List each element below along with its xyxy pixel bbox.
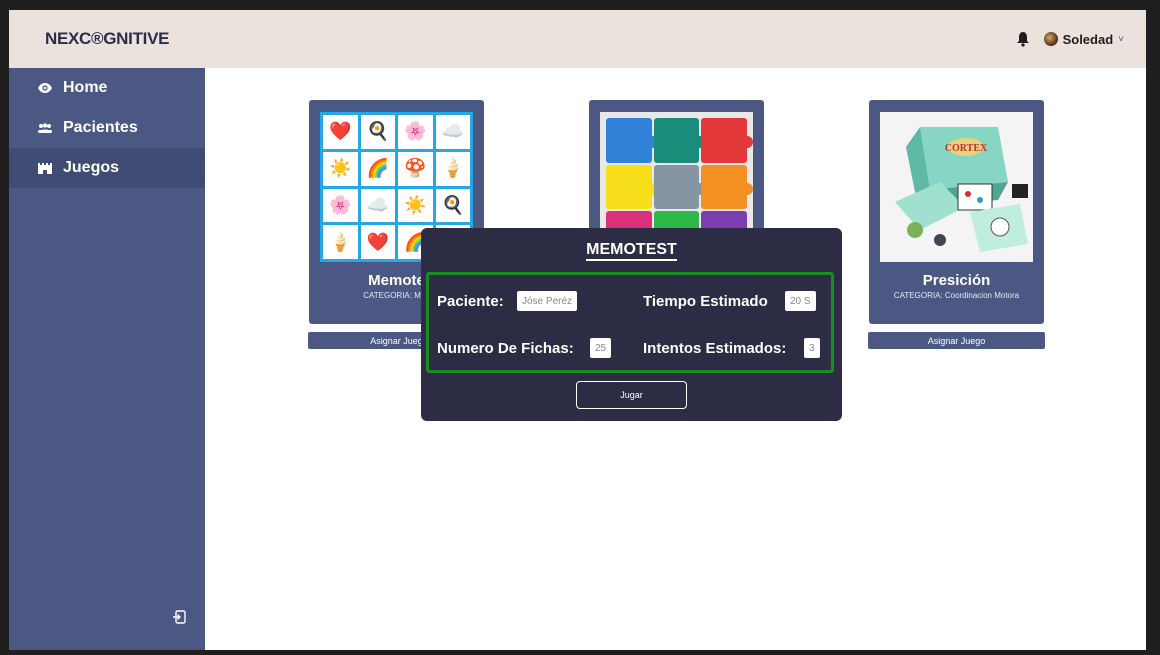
app-window: NEXC®GNITIVE Soledad ˅ Home Pacientes Ju… [9,10,1146,650]
memo-tile: ☀️ [398,188,433,223]
eye-icon [37,80,53,96]
attempts-field[interactable]: 3 [804,338,820,358]
attempts-label: Intentos Estimados: [643,340,787,357]
avatar [1043,32,1058,46]
memo-tile: 🍦 [435,151,470,186]
sidebar-item-label: Juegos [63,159,120,176]
cards-count-field[interactable]: 25 [590,338,612,358]
memo-tile: 🌈 [360,151,395,186]
users-icon [37,120,53,136]
sidebar-item-label: Home [63,79,108,96]
memo-tile: 🌸 [398,115,433,149]
user-menu[interactable]: Soledad ˅ [1043,31,1124,47]
assign-game-button[interactable]: Asignar Juego [868,332,1045,349]
memo-tile: ☁️ [435,115,470,149]
memo-tile: ❤️ [323,115,358,149]
bell-icon[interactable] [1016,31,1030,47]
brand-logo[interactable]: NEXC®GNITIVE [45,29,169,49]
cortex-image: CORTEX [880,112,1033,262]
card-title: Presición [922,272,991,289]
card-category: CATEGORIA: Coordinacion Motora [893,291,1020,300]
sidebar-item-juegos[interactable]: Juegos [9,148,205,188]
sidebar-item-pacientes[interactable]: Pacientes [9,108,205,148]
game-modal: MEMOTEST Paciente: Jóse Peréz Tiempo Est… [421,228,842,421]
memo-tile: 🌸 [323,188,358,223]
sidebar-item-label: Pacientes [63,119,138,136]
time-label: Tiempo Estimado [643,293,768,310]
sidebar: Home Pacientes Juegos [9,68,205,650]
memo-tile: 🍳 [435,188,470,223]
game-card-presicion[interactable]: CORTEX Presición CATEGORIA: Coordinacion… [869,100,1044,324]
logout-icon[interactable] [172,610,186,629]
time-field[interactable]: 20 S [785,291,816,311]
play-button[interactable]: Jugar [576,381,687,409]
game-info-box: Paciente: Jóse Peréz Tiempo Estimado 20 … [426,272,834,373]
memo-tile: 🍳 [360,115,395,149]
svg-text:CORTEX: CORTEX [945,143,988,154]
patient-label: Paciente: [437,293,504,310]
sidebar-item-home[interactable]: Home [9,68,205,108]
user-name: Soledad [1062,31,1114,47]
memo-tile: ☀️ [323,151,358,186]
patient-field[interactable]: Jóse Peréz [517,291,578,311]
memo-tile: ❤️ [360,225,395,259]
cards-count-label: Numero De Fichas: [437,340,574,357]
modal-title: MEMOTEST [421,241,842,261]
memo-tile: 🍦 [323,225,358,259]
memo-tile: 🍄 [398,151,433,186]
chevron-down-icon: ˅ [1118,33,1124,45]
castle-icon [37,160,53,176]
memo-tile: ☁️ [360,188,395,223]
user-area: Soledad ˅ [1016,31,1124,47]
top-header: NEXC®GNITIVE Soledad ˅ [9,10,1146,68]
